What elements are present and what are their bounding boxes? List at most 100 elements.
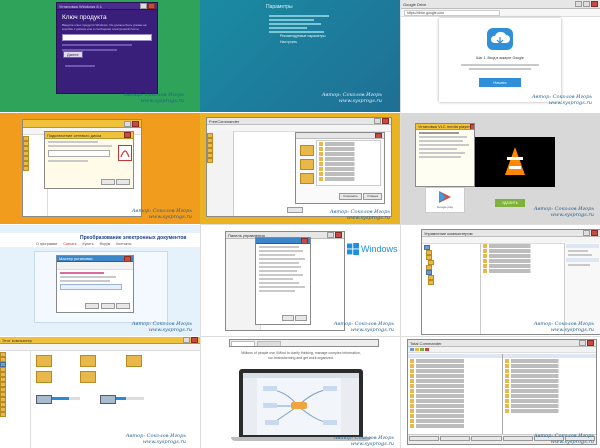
window-title: Установка VLC media player — [418, 124, 470, 129]
folder-field[interactable] — [48, 150, 110, 157]
close-icon[interactable] — [382, 118, 389, 124]
google-play-banner: Google play — [425, 187, 465, 213]
author-signature: Автор: Соколов Игорь www.sysprogs.ru — [321, 92, 382, 104]
finish-button[interactable] — [101, 179, 115, 185]
toolbar-icon[interactable] — [410, 348, 414, 351]
author-signature: Автор: Соколов Игорь www.sysprogs.ru — [131, 208, 192, 220]
checkbox-option[interactable] — [60, 284, 122, 290]
nav-buy[interactable]: Купить — [83, 242, 94, 246]
nav-contacts[interactable]: Контакты — [116, 242, 131, 246]
save-button[interactable]: Сохранить — [339, 193, 362, 200]
minimize-icon[interactable] — [583, 230, 590, 236]
tile-windows8-settings: Панель управления Windows 8 Автор: Сокол… — [200, 224, 400, 336]
folder-icon — [300, 173, 314, 184]
author-signature: Автор: Соколов Игорь www.sysprogs.ru — [131, 321, 192, 333]
dialog-title: Мастер установки — [59, 256, 93, 261]
file-manager-window: FreeCommander Сохранить Отмена — [206, 117, 392, 217]
next-button[interactable] — [101, 303, 115, 309]
address-bar[interactable]: https://drive.google.com — [404, 9, 500, 16]
close-icon[interactable] — [469, 124, 474, 129]
minimize-icon[interactable] — [124, 120, 131, 127]
page-title: Параметры — [266, 4, 293, 10]
toolbar-icon[interactable] — [420, 348, 424, 351]
cloud-app-panel: Шаг 1. Вход в аккаунт Google Начать — [439, 18, 561, 102]
nav-download[interactable]: Скачать — [63, 242, 76, 246]
dialog-title: Подключение сетевого диска — [47, 132, 102, 138]
windows-logo: Windows 8 — [347, 243, 400, 255]
bottom-button[interactable] — [287, 207, 303, 213]
drive-icon[interactable] — [100, 395, 116, 404]
tile-explorer-dialog: Подключение сетевого диска Автор: Соколо… — [0, 112, 200, 224]
browser-tab[interactable]: Google Drive — [403, 2, 426, 7]
close-icon[interactable] — [591, 1, 598, 7]
author-signature: Автор: Соколов Игорь www.sysprogs.ru — [533, 433, 594, 445]
close-icon[interactable] — [124, 132, 131, 138]
author-signature: Автор: Соколов Игорь www.sysprogs.ru — [329, 209, 390, 221]
close-icon[interactable] — [132, 120, 139, 127]
ok-button[interactable] — [282, 315, 294, 321]
close-icon[interactable] — [335, 232, 342, 238]
tile-computer-management: Управление компьютером Автор: Соколов Иг… — [400, 224, 600, 336]
f4-button[interactable] — [440, 436, 471, 441]
features-dialog — [255, 237, 311, 325]
minimize-icon[interactable] — [183, 337, 190, 343]
drive-progress-bar — [116, 397, 144, 400]
minimize-icon[interactable] — [327, 232, 334, 238]
cancel-button[interactable] — [116, 303, 130, 309]
product-key-field[interactable] — [62, 34, 152, 41]
close-icon[interactable] — [587, 340, 594, 346]
f5-button[interactable] — [471, 436, 502, 441]
right-panel — [503, 354, 596, 436]
tile-browser-drive: Google Drive https://drive.google.com Ша… — [400, 0, 600, 112]
setup-wizard-dialog: Мастер установки — [56, 255, 134, 313]
drive-progress-bar — [52, 397, 80, 400]
page-title: Ключ продукта — [62, 14, 107, 21]
cancel-button[interactable] — [295, 315, 307, 321]
toolbar-icon[interactable] — [415, 348, 419, 351]
next-button[interactable]: Далее — [63, 51, 83, 58]
cancel-button[interactable]: Отмена — [363, 193, 382, 200]
minimize-icon[interactable] — [374, 118, 381, 124]
uninstall-button[interactable]: УДАЛИТЬ — [495, 199, 525, 207]
author-signature: Автор: Соколов Игорь www.sysprogs.ru — [125, 433, 186, 445]
explorer-titlebar — [23, 120, 141, 128]
window-title: FreeCommander — [209, 118, 240, 124]
tagline: Millions of people use XMind to clarify … — [241, 351, 361, 360]
store-label: Google play — [436, 205, 453, 209]
tile-file-manager: FreeCommander Сохранить Отмена Автор: Со… — [200, 112, 400, 224]
start-button[interactable]: Начать — [479, 78, 521, 87]
folder-icon[interactable] — [126, 355, 142, 367]
browser-tab[interactable] — [257, 341, 281, 346]
recommended-settings-button[interactable]: Рекомендуемые параметры — [280, 34, 326, 38]
minimize-icon[interactable] — [575, 1, 582, 7]
folder-icon[interactable] — [80, 355, 96, 367]
author-signature: Автор: Соколов Игорь www.sysprogs.ru — [533, 321, 594, 333]
video-preview — [475, 137, 555, 187]
minimize-icon[interactable] — [579, 340, 586, 346]
toolbar-icon[interactable] — [425, 348, 429, 351]
close-icon[interactable] — [148, 3, 155, 9]
minimize-icon[interactable] — [140, 3, 147, 9]
play-store-icon — [439, 191, 451, 203]
maximize-icon[interactable] — [583, 1, 590, 7]
drive-icon[interactable] — [36, 395, 52, 404]
close-icon[interactable] — [191, 337, 198, 343]
folder-icon — [300, 145, 314, 156]
author-signature: Автор: Соколов Игорь www.sysprogs.ru — [533, 206, 594, 218]
f6-button[interactable] — [502, 436, 533, 441]
folder-icon[interactable] — [80, 371, 96, 383]
cancel-button[interactable] — [116, 179, 130, 185]
nav-forum[interactable]: Форум — [100, 242, 111, 246]
browser-tab[interactable] — [231, 341, 255, 346]
nav-about[interactable]: О программе — [36, 242, 57, 246]
customize-button[interactable]: Настроить — [280, 40, 297, 44]
f3-button[interactable] — [409, 436, 440, 441]
console-tree — [422, 243, 481, 334]
folder-icon[interactable] — [36, 371, 52, 383]
close-icon[interactable] — [375, 133, 382, 138]
folder-icon[interactable] — [36, 355, 52, 367]
close-icon[interactable] — [124, 256, 131, 261]
back-button[interactable] — [85, 303, 99, 309]
close-icon[interactable] — [301, 238, 308, 243]
close-icon[interactable] — [591, 230, 598, 236]
